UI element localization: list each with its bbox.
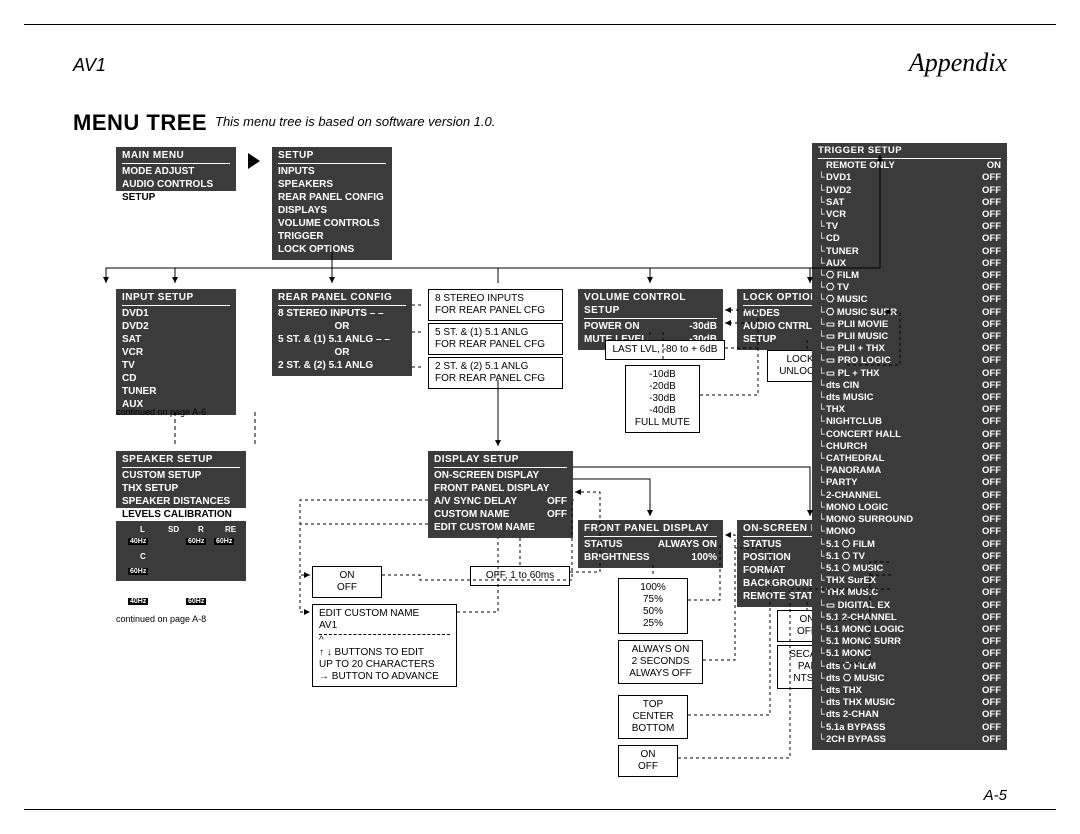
speaker-setup-box: SPEAKER SETUP CUSTOM SETUP THX SETUP SPE… [116, 451, 246, 581]
osd-pos: TOPCENTERBOTTOM [618, 695, 688, 739]
setup-box: SETUP INPUTS SPEAKERS REAR PANEL CONFIG … [272, 147, 392, 260]
display-setup-box: DISPLAY SETUP ON-SCREEN DISPLAY FRONT PA… [428, 451, 573, 538]
rear-panel-box: REAR PANEL CONFIG 8 STEREO INPUTS – – OR… [272, 289, 412, 376]
vol-side-a: LAST LVL, -80 to + 6dB [605, 340, 725, 360]
rear-side-c: 2 ST. & (2) 5.1 ANLGFOR REAR PANEL CFG [428, 357, 563, 389]
title: MENU TREE [73, 110, 207, 136]
fpd-box: FRONT PANEL DISPLAY STATUSALWAYS ON BRIG… [578, 520, 723, 568]
input-setup-box: INPUT SETUP DVD1 DVD2 SAT VCR TV CD TUNE… [116, 289, 236, 415]
vol-side-b: -10dB-20dB-30dB-40dBFULL MUTE [625, 365, 700, 433]
header-right: Appendix [909, 48, 1007, 78]
custom-name-box: EDIT CUSTOM NAME AV1 ^ ↑ ↓ BUTTONS TO ED… [312, 604, 457, 687]
input-continued: continued on page A-6 [116, 407, 206, 417]
rear-side-b: 5 ST. & (1) 5.1 ANLGFOR REAR PANEL CFG [428, 323, 563, 355]
rear-side-a: 8 STEREO INPUTSFOR REAR PANEL CFG [428, 289, 563, 321]
fpd-status: ALWAYS ON2 SECONDSALWAYS OFF [618, 640, 703, 684]
sync-box: OFF, 1 to 60ms [470, 566, 570, 586]
subtitle: This menu tree is based on software vers… [215, 114, 495, 129]
right-arrow-icon [248, 153, 260, 169]
fpd-bright: 100%75%50%25% [618, 578, 688, 634]
main-menu-box: MAIN MENU MODE ADJUST AUDIO CONTROLS SET… [116, 147, 236, 206]
page-number: A-5 [984, 787, 1007, 804]
speaker-continued: continued on page A-8 [116, 614, 206, 624]
header-left: AV1 [73, 55, 106, 76]
onoff-box: ONOFF [312, 566, 382, 598]
trigger-box: TRIGGER SETUP REMOTE ONLYON└DVD1OFF└DVD2… [812, 143, 1007, 750]
osd-rs: ONOFF [618, 745, 678, 777]
